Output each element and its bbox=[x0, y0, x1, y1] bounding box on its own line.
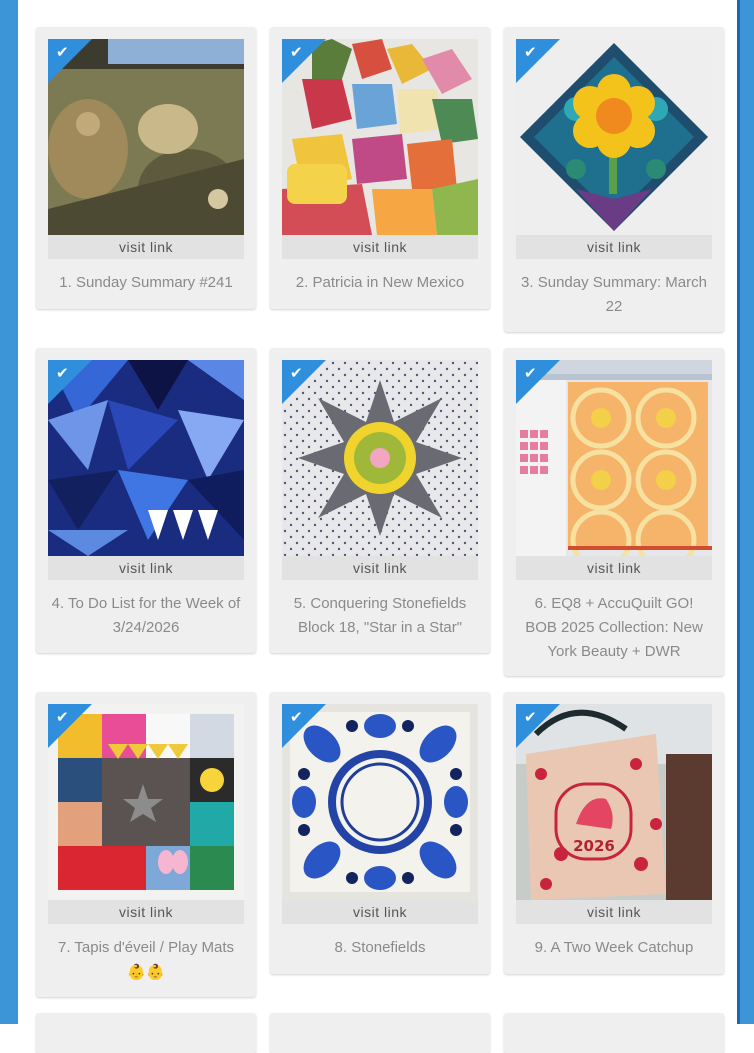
thumbnail-7[interactable]: ✔ bbox=[48, 704, 244, 900]
link-title-text: 7. Tapis d'éveil / Play Mats bbox=[57, 939, 234, 956]
thumbnail-1[interactable]: ✔ bbox=[48, 39, 244, 235]
year-text: 2026 bbox=[573, 837, 615, 855]
link-title[interactable]: 8. Stonefields bbox=[284, 936, 476, 960]
link-title[interactable]: 5. Conquering Stonefields Block 18, "Sta… bbox=[284, 592, 476, 640]
link-title[interactable]: 1. Sunday Summary #241 bbox=[50, 271, 242, 295]
link-title[interactable]: 4. To Do List for the Week of 3/24/2026 bbox=[50, 592, 242, 640]
checkmark-icon: ✔ bbox=[290, 708, 303, 726]
checkmark-icon: ✔ bbox=[290, 43, 303, 61]
link-title[interactable]: 9. A Two Week Catchup bbox=[518, 936, 710, 960]
checkmark-icon: ✔ bbox=[56, 364, 69, 382]
baby-emoji-icon: 👶👶 bbox=[127, 963, 165, 981]
link-card-6[interactable]: ✔ visit link 6. EQ8 + AccuQuilt GO! BOB … bbox=[504, 348, 724, 676]
link-card-10[interactable] bbox=[36, 1013, 256, 1053]
thumbnail-5[interactable]: ✔ bbox=[282, 360, 478, 556]
checkmark-icon: ✔ bbox=[524, 708, 537, 726]
link-title[interactable]: 7. Tapis d'éveil / Play Mats 👶👶 bbox=[50, 936, 242, 985]
link-card-8[interactable]: ✔ visit link 8. Stonefields bbox=[270, 692, 490, 974]
visit-link-button[interactable]: visit link bbox=[48, 556, 244, 580]
checked-badge bbox=[282, 704, 326, 748]
visit-link-button[interactable]: visit link bbox=[516, 235, 712, 259]
link-card-9[interactable]: 2026 ✔ visit link 9. A Two Week Catchup bbox=[504, 692, 724, 974]
visit-link-button[interactable]: visit link bbox=[282, 556, 478, 580]
link-card-7[interactable]: ✔ visit link 7. Tapis d'éveil / Play Mat… bbox=[36, 692, 256, 997]
thumbnail-2[interactable]: ✔ bbox=[282, 39, 478, 235]
visit-link-button[interactable]: visit link bbox=[282, 235, 478, 259]
checkmark-icon: ✔ bbox=[56, 708, 69, 726]
left-frame-border bbox=[0, 0, 18, 1024]
thumbnail-8[interactable]: ✔ bbox=[282, 704, 478, 900]
link-card-11[interactable] bbox=[270, 1013, 490, 1053]
visit-link-button[interactable]: visit link bbox=[282, 900, 478, 924]
visit-link-button[interactable]: visit link bbox=[516, 556, 712, 580]
link-card-1[interactable]: ✔ visit link 1. Sunday Summary #241 bbox=[36, 27, 256, 309]
link-title[interactable]: 6. EQ8 + AccuQuilt GO! BOB 2025 Collecti… bbox=[518, 592, 710, 664]
link-card-4[interactable]: ✔ visit link 4. To Do List for the Week … bbox=[36, 348, 256, 653]
checkmark-icon: ✔ bbox=[524, 364, 537, 382]
right-frame-edge bbox=[737, 0, 740, 1024]
thumbnail-9[interactable]: 2026 ✔ bbox=[516, 704, 712, 900]
right-frame-border bbox=[740, 0, 754, 1024]
link-card-3[interactable]: ✔ visit link 3. Sunday Summary: March 22 bbox=[504, 27, 724, 332]
visit-link-button[interactable]: visit link bbox=[48, 900, 244, 924]
thumbnail-3[interactable]: ✔ bbox=[516, 39, 712, 235]
checked-badge bbox=[282, 39, 326, 83]
checked-badge bbox=[516, 704, 560, 748]
link-card-12[interactable] bbox=[504, 1013, 724, 1053]
visit-link-button[interactable]: visit link bbox=[48, 235, 244, 259]
checked-badge bbox=[48, 360, 92, 404]
link-card-2[interactable]: ✔ visit link 2. Patricia in New Mexico bbox=[270, 27, 490, 309]
checkmark-icon: ✔ bbox=[56, 43, 69, 61]
checked-badge bbox=[282, 360, 326, 404]
checkmark-icon: ✔ bbox=[290, 364, 303, 382]
checked-badge bbox=[516, 360, 560, 404]
thumbnail-6[interactable]: ✔ bbox=[516, 360, 712, 556]
visit-link-button[interactable]: visit link bbox=[516, 900, 712, 924]
checked-badge bbox=[48, 704, 92, 748]
checked-badge bbox=[516, 39, 560, 83]
checked-badge bbox=[48, 39, 92, 83]
checkmark-icon: ✔ bbox=[524, 43, 537, 61]
link-card-5[interactable]: ✔ visit link 5. Conquering Stonefields B… bbox=[270, 348, 490, 653]
link-title[interactable]: 2. Patricia in New Mexico bbox=[284, 271, 476, 295]
thumbnail-4[interactable]: ✔ bbox=[48, 360, 244, 556]
link-title[interactable]: 3. Sunday Summary: March 22 bbox=[518, 271, 710, 319]
